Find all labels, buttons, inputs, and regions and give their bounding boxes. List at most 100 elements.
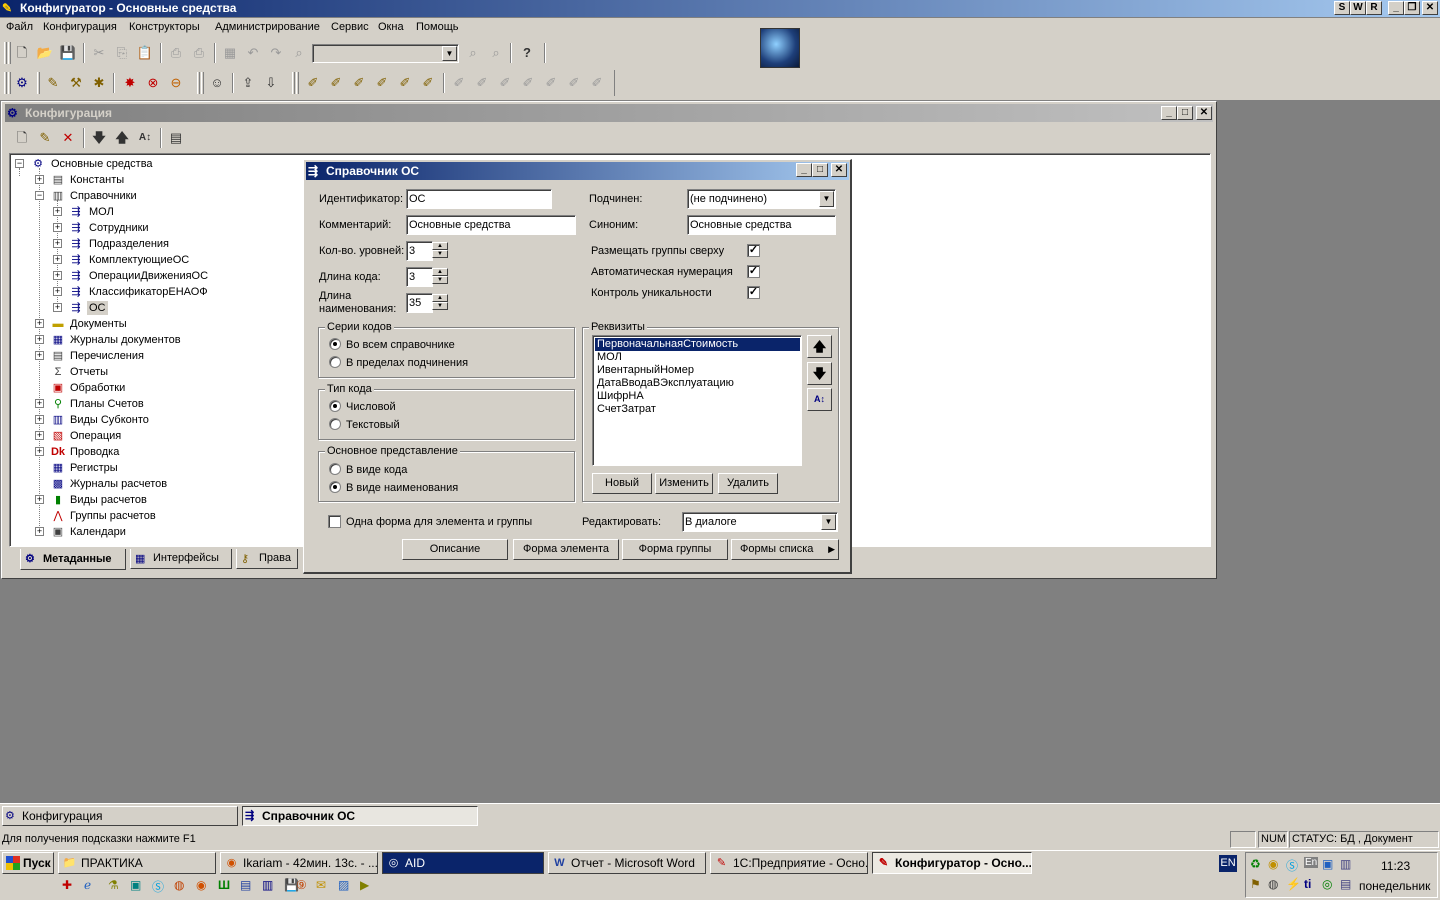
main-view-name-label[interactable]: В виде наименования (346, 482, 458, 494)
list-item[interactable]: ИвентарныйНомер (595, 364, 694, 377)
copy-icon[interactable]: ⎘ (111, 42, 133, 64)
list-item[interactable]: ДатаВводаВЭксплуатацию (595, 377, 734, 390)
auto-number-checkbox[interactable]: ✓ (747, 265, 760, 278)
tree-delete-icon[interactable]: ✕ (57, 127, 79, 149)
ql-14-icon[interactable]: ▨ (338, 878, 349, 892)
ql-13-icon[interactable]: ✉ (316, 878, 326, 892)
subordinate-select[interactable]: (не подчинено) ▼ (687, 189, 836, 209)
spin-down-icon[interactable]: ▼ (432, 302, 448, 310)
synonym-field[interactable]: Основные средства (687, 215, 836, 235)
ctor-8-icon[interactable]: ✐ (471, 72, 493, 94)
ql-9-icon[interactable]: ▤ (240, 878, 251, 892)
ctor-5-icon[interactable]: ✐ (394, 72, 416, 94)
spin-down-icon[interactable]: ▼ (432, 276, 448, 284)
tray-7-icon[interactable]: ⚑ (1250, 877, 1261, 891)
unique-checkbox[interactable]: ✓ (747, 286, 760, 299)
groups-top-checkbox[interactable]: ✓ (747, 244, 760, 257)
redo-icon[interactable]: ↷ (265, 42, 287, 64)
menu-windows[interactable]: Окна (378, 21, 404, 33)
mdi-tab-catalog[interactable]: ⇶ Справочник ОС (242, 806, 478, 826)
ql-15-icon[interactable]: ▶ (360, 878, 369, 892)
spin-up-icon[interactable]: ▲ (432, 268, 448, 276)
requisite-new-button[interactable]: Новый (592, 473, 652, 494)
comment-field[interactable]: Основные средства (406, 215, 576, 235)
expand-icon[interactable]: + (53, 303, 62, 312)
description-icon[interactable]: ▤ (165, 127, 187, 149)
description-button[interactable]: Описание (402, 539, 508, 560)
levels-stepper[interactable]: ▲ ▼ (432, 242, 448, 258)
edit-config-icon[interactable]: ✎ (42, 72, 64, 94)
ql-8-icon[interactable]: Ш (218, 878, 230, 892)
check-module-icon[interactable]: ⊖ (165, 72, 187, 94)
requisites-list[interactable]: ПервоначальнаяСтоимость МОЛ ИвентарныйНо… (592, 335, 802, 466)
tray-2-icon[interactable]: ◉ (1268, 857, 1278, 871)
menu-help[interactable]: Помощь (416, 21, 459, 33)
group-form-button[interactable]: Форма группы (622, 539, 728, 560)
sw-button-s[interactable]: S (1334, 1, 1350, 15)
wizard-icon[interactable]: ✱ (88, 72, 110, 94)
name-length-field[interactable]: 35 (406, 293, 433, 313)
ctor-6-icon[interactable]: ✐ (417, 72, 439, 94)
list-forms-button[interactable]: Формы списка ▶ (731, 539, 839, 560)
debug-icon[interactable]: ✸ (119, 72, 141, 94)
ql-1-icon[interactable]: ✚ (62, 878, 72, 892)
expand-icon[interactable]: + (53, 287, 62, 296)
paste-icon[interactable]: 📋 (134, 42, 156, 64)
ctor-13-icon[interactable]: ✐ (586, 72, 608, 94)
stop-icon[interactable]: ⊗ (142, 72, 164, 94)
task-ikariam[interactable]: ◉ Ikariam - 42мин. 13с. - ... (220, 852, 378, 874)
properties-icon[interactable]: ▦ (219, 42, 241, 64)
tray-11-icon[interactable]: ◎ (1322, 877, 1332, 891)
sw-button-r[interactable]: R (1366, 1, 1382, 15)
expand-icon[interactable]: + (35, 447, 44, 456)
one-form-label[interactable]: Одна форма для элемента и группы (346, 516, 532, 528)
code-type-text-label[interactable]: Текстовый (346, 419, 400, 431)
expand-icon[interactable]: + (53, 223, 62, 232)
requisite-sort-button[interactable]: A↕ (807, 388, 832, 411)
tray-3-icon[interactable]: Ⓢ (1286, 857, 1298, 874)
code-series-all-radio[interactable] (329, 338, 341, 350)
code-series-all-label[interactable]: Во всем справочнике (346, 339, 455, 351)
tray-5-icon[interactable]: ▣ (1322, 857, 1333, 871)
tray-10-icon[interactable]: ti (1304, 877, 1311, 891)
list-item[interactable]: ПервоначальнаяСтоимость (595, 338, 800, 351)
ql-6-icon[interactable]: ◍ (174, 878, 184, 892)
ql-12-icon[interactable]: ⑨ (296, 878, 307, 892)
task-word[interactable]: W Отчет - Microsoft Word (548, 852, 706, 874)
dialog-close-button[interactable]: ✕ (831, 163, 847, 177)
cut-icon[interactable]: ✂ (88, 42, 110, 64)
ctor-3-icon[interactable]: ✐ (348, 72, 370, 94)
expand-icon[interactable]: + (53, 207, 62, 216)
restore-button[interactable]: ❐ (1404, 1, 1420, 15)
print-preview-icon[interactable]: ⎙ (188, 42, 210, 64)
task-configurator[interactable]: ✎ Конфигуратор - Осно... (872, 852, 1032, 874)
levels-field[interactable]: 3 (406, 241, 433, 261)
search-combo[interactable]: ▼ (312, 44, 459, 63)
task-aid[interactable]: ◎ AID (382, 852, 544, 874)
list-item[interactable]: ШифрНА (595, 390, 644, 403)
tab-interfaces[interactable]: ▦ Интерфейсы (130, 549, 232, 569)
menu-service[interactable]: Сервис (331, 21, 369, 33)
new-file-icon[interactable]: 🗋 (11, 42, 33, 64)
tray-4-icon[interactable]: En (1304, 857, 1319, 868)
task-1c-enterprise[interactable]: ✎ 1С:Предприятие - Осно... (710, 852, 868, 874)
tray-8-icon[interactable]: ◍ (1268, 877, 1278, 891)
menu-file[interactable]: Файл (6, 21, 33, 33)
start-button[interactable]: Пуск (2, 852, 54, 874)
code-type-text-radio[interactable] (329, 418, 341, 430)
language-indicator[interactable]: EN (1219, 855, 1237, 872)
ql-firefox-icon[interactable]: ◉ (196, 878, 206, 892)
collapse-icon[interactable]: − (15, 159, 24, 168)
tray-6-icon[interactable]: ▥ (1340, 857, 1351, 871)
expand-icon[interactable]: + (53, 255, 62, 264)
code-type-numeric-radio[interactable] (329, 400, 341, 412)
requisite-edit-button[interactable]: Изменить (655, 473, 713, 494)
config-maximize-button[interactable]: □ (1177, 106, 1193, 120)
tree-edit-icon[interactable]: ✎ (34, 127, 56, 149)
config-minimize-button[interactable]: _ (1161, 106, 1177, 120)
print-icon[interactable]: ⎙ (165, 42, 187, 64)
task-practice[interactable]: 📁 ПРАКТИКА (58, 852, 216, 874)
menu-configuration[interactable]: Конфигурация (43, 21, 117, 33)
requisite-up-button[interactable]: 🡅 (807, 335, 832, 358)
expand-icon[interactable]: + (35, 431, 44, 440)
